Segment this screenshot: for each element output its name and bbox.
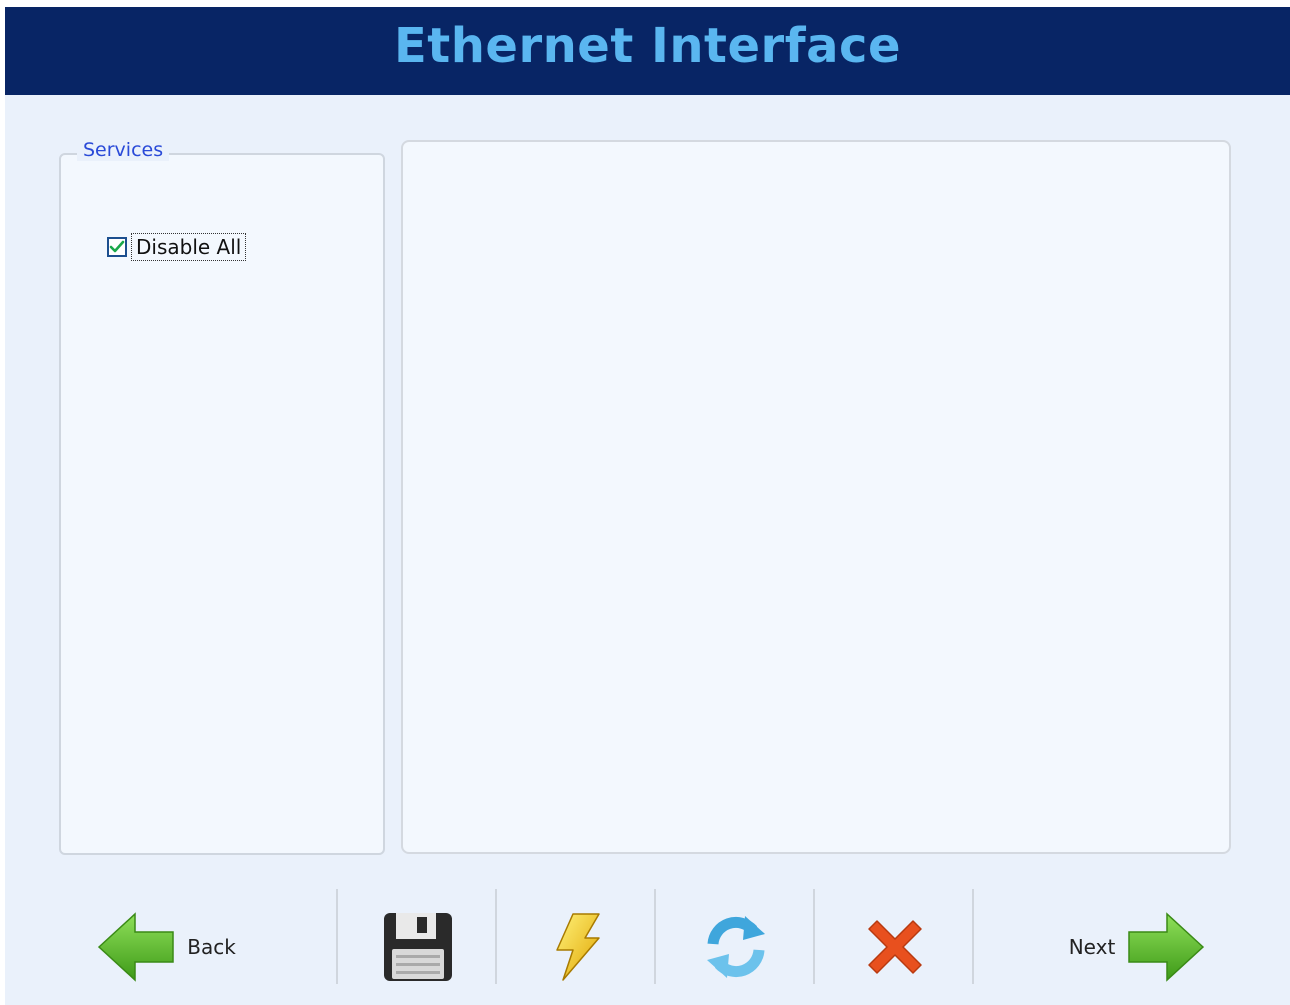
- title-bar: Ethernet Interface: [5, 7, 1290, 95]
- back-arrow-icon: [98, 912, 174, 982]
- page-title: Ethernet Interface: [394, 18, 901, 74]
- bottom-toolbar: Back Next: [5, 889, 1290, 1005]
- disable-all-checkbox[interactable]: [107, 237, 127, 257]
- save-button[interactable]: [338, 889, 497, 1005]
- service-details-panel: [401, 140, 1231, 854]
- back-button[interactable]: Back: [5, 889, 338, 1005]
- services-groupbox: Services Disable All: [59, 139, 385, 855]
- disable-all-checkbox-row[interactable]: Disable All: [107, 233, 247, 261]
- lightning-icon: [555, 913, 600, 981]
- checkmark-icon: [109, 240, 125, 253]
- refresh-icon: [706, 916, 765, 978]
- app-window: Ethernet Interface Services Disable All: [5, 7, 1290, 1005]
- apply-button[interactable]: [497, 889, 656, 1005]
- services-legend: Services: [77, 139, 170, 161]
- refresh-button[interactable]: [656, 889, 815, 1005]
- next-arrow-icon: [1128, 912, 1205, 982]
- disable-all-label[interactable]: Disable All: [131, 233, 247, 261]
- save-icon: [383, 913, 452, 981]
- cancel-button[interactable]: [815, 889, 974, 1005]
- cancel-icon: [867, 920, 922, 974]
- next-button[interactable]: Next: [974, 889, 1290, 1005]
- next-label: Next: [1068, 935, 1116, 959]
- back-label: Back: [187, 935, 236, 959]
